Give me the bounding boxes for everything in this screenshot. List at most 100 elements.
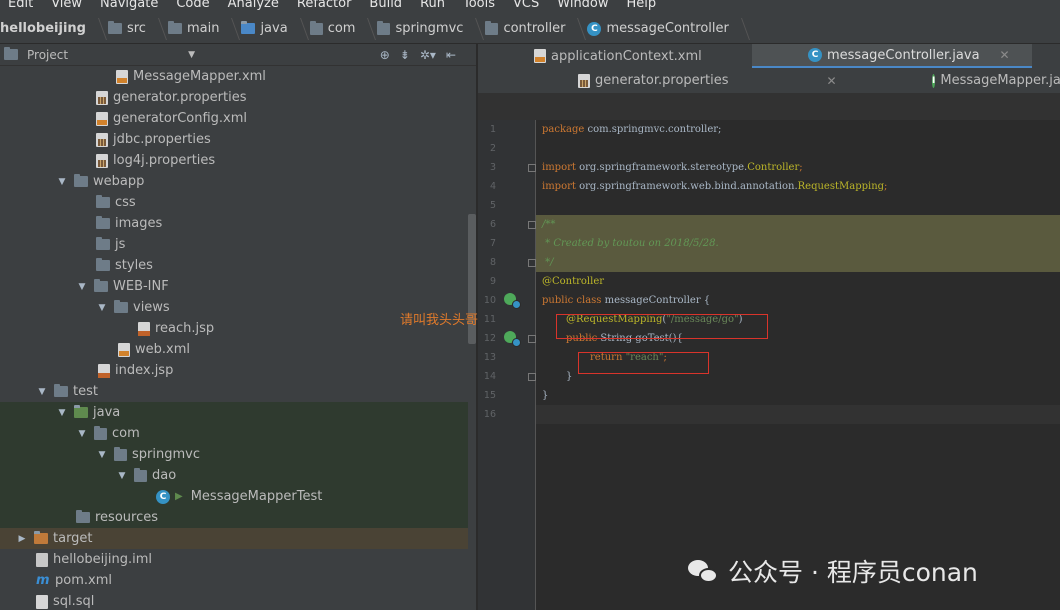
line-number: 7: [489, 238, 496, 249]
menu-tools[interactable]: Tools: [463, 0, 495, 10]
menu-refactor[interactable]: Refactor: [297, 0, 352, 10]
menu-code[interactable]: Code: [176, 0, 209, 10]
tree-item-generator-properties[interactable]: generator.properties: [0, 87, 468, 108]
tree-item-sql-sql[interactable]: sql.sql: [0, 591, 468, 610]
tree-item-target[interactable]: ▶ target: [0, 528, 468, 549]
tab-generator-properties[interactable]: generator.properties ✕: [578, 69, 838, 93]
folder-icon: [107, 21, 122, 34]
tree-item-jdbc-properties[interactable]: jdbc.properties: [0, 129, 468, 150]
tree-item-resources[interactable]: resources: [0, 507, 468, 528]
xml-file-icon: [118, 342, 130, 357]
breadcrumb-item-messagecontroller[interactable]: CmessageController: [587, 14, 744, 44]
tree-item-generatorconfig-xml[interactable]: generatorConfig.xml: [0, 108, 468, 129]
project-panel-title[interactable]: Project: [27, 48, 68, 62]
menu-edit[interactable]: Edit: [8, 0, 33, 10]
tree-item-dao[interactable]: ▼ dao: [0, 465, 468, 486]
expand-arrow-icon[interactable]: ▼: [76, 429, 88, 439]
expand-arrow-icon[interactable]: ▼: [56, 177, 68, 187]
hide-icon[interactable]: ⇤: [446, 48, 456, 62]
fold-icon[interactable]: [528, 221, 536, 229]
jsp-file-icon: [138, 321, 150, 336]
tree-item-messagemappertest[interactable]: C ▶ MessageMapperTest: [0, 486, 468, 507]
breadcrumb-item-src[interactable]: src: [107, 14, 162, 44]
tree-item-messagemapper-xml[interactable]: MessageMapper.xml: [0, 66, 468, 87]
menu-run[interactable]: Run: [420, 0, 445, 10]
gear-icon[interactable]: ✲▾: [420, 48, 436, 62]
tree-item-js[interactable]: js: [0, 234, 468, 255]
expand-arrow-icon[interactable]: ▼: [56, 408, 68, 418]
tree-item-label: hellobeijing.iml: [53, 552, 153, 567]
tree-item-web-inf[interactable]: ▼ WEB-INF: [0, 276, 468, 297]
tree-item-styles[interactable]: styles: [0, 255, 468, 276]
menu-vcs[interactable]: VCS: [513, 0, 539, 10]
code-line-9: 9 @Controller: [490, 272, 1060, 291]
keyword: import: [542, 181, 576, 192]
close-icon[interactable]: ✕: [826, 74, 836, 88]
expand-arrow-icon[interactable]: ▼: [76, 282, 88, 292]
expand-arrow-icon[interactable]: ▼: [96, 450, 108, 460]
menu-build[interactable]: Build: [369, 0, 402, 10]
code-text: org.springframework.web.bind.annotation.: [575, 181, 798, 192]
tree-item-com[interactable]: ▼ com: [0, 423, 468, 444]
fold-icon[interactable]: [528, 335, 536, 343]
fold-icon[interactable]: [528, 373, 536, 381]
breadcrumb-separator: [361, 14, 371, 44]
tree-item-label: WEB-INF: [113, 279, 169, 294]
expand-arrow-icon[interactable]: ▼: [36, 387, 48, 397]
editor-breadcrumb-strip: [478, 94, 1060, 120]
folder-icon: [94, 279, 108, 292]
expand-arrow-icon[interactable]: ▶: [16, 534, 28, 544]
fold-icon[interactable]: [528, 259, 536, 267]
tree-item-label: generator.properties: [113, 90, 247, 105]
tree-item-css[interactable]: css: [0, 192, 468, 213]
folder-icon: [114, 300, 128, 313]
tree-item-log4j-properties[interactable]: log4j.properties: [0, 150, 468, 171]
editor-tabs-row-2: generator.properties ✕ I MessageMapper.j…: [478, 68, 1060, 94]
tree-item-reach-jsp[interactable]: reach.jsp: [0, 318, 468, 339]
breadcrumb-item-java[interactable]: java: [241, 14, 303, 44]
locate-icon[interactable]: ⊕: [380, 48, 390, 62]
properties-file-icon: [96, 90, 108, 105]
class-name: RequestMapping: [797, 181, 885, 192]
breadcrumb-item-main[interactable]: main: [167, 14, 235, 44]
tree-item-images[interactable]: images: [0, 213, 468, 234]
tab-messagecontroller-java[interactable]: C messageController.java ✕: [752, 44, 1032, 68]
tree-item-label: resources: [95, 510, 159, 525]
expand-arrow-icon[interactable]: ▼: [96, 303, 108, 313]
tab-label: generator.properties: [595, 73, 729, 88]
tree-item-hellobeijing-iml[interactable]: hellobeijing.iml: [0, 549, 468, 570]
tree-item-index-jsp[interactable]: index.jsp: [0, 360, 468, 381]
code-text: ;: [884, 181, 888, 192]
line-number: 6: [489, 219, 496, 230]
tree-item-webapp[interactable]: ▼ webapp: [0, 171, 468, 192]
tree-item-label: com: [112, 426, 140, 441]
menu-view[interactable]: View: [51, 0, 82, 10]
breadcrumb-item-springmvc[interactable]: springmvc: [377, 14, 479, 44]
tree-item-web-xml[interactable]: web.xml: [0, 339, 468, 360]
tab-applicationcontext-xml[interactable]: applicationContext.xml: [534, 44, 754, 68]
menu-navigate[interactable]: Navigate: [100, 0, 158, 10]
tree-item-test-java[interactable]: ▼ java: [0, 402, 468, 423]
tree-item-label: pom.xml: [55, 573, 112, 588]
tree-item-label: webapp: [93, 174, 145, 189]
collapse-all-icon[interactable]: ⇟: [400, 48, 410, 62]
project-tree: MessageMapper.xml generator.properties g…: [0, 66, 468, 610]
chevron-down-icon[interactable]: ▼: [188, 50, 195, 60]
menu-window[interactable]: Window: [557, 0, 608, 10]
fold-icon[interactable]: [528, 164, 536, 172]
tree-item-springmvc[interactable]: ▼ springmvc: [0, 444, 468, 465]
breadcrumb-separator: [571, 14, 581, 44]
breadcrumb-item-project[interactable]: hellobeijing: [0, 14, 102, 44]
tree-item-views[interactable]: ▼ views: [0, 297, 468, 318]
expand-arrow-icon[interactable]: ▼: [116, 471, 128, 481]
tab-messagemapper-java[interactable]: I MessageMapper.ja: [932, 69, 1060, 93]
tree-item-pom-xml[interactable]: m pom.xml: [0, 570, 468, 591]
tree-item-test[interactable]: ▼ test: [0, 381, 468, 402]
menu-analyze[interactable]: Analyze: [228, 0, 279, 10]
close-icon[interactable]: ✕: [1000, 48, 1010, 62]
breadcrumb-item-com[interactable]: com: [309, 14, 372, 44]
menu-help[interactable]: Help: [627, 0, 657, 10]
resources-folder-icon: [76, 510, 90, 523]
breadcrumb-item-controller[interactable]: controller: [485, 14, 581, 44]
code-editor[interactable]: 1 package com.springmvc.controller; 2 3 im…: [484, 120, 1060, 610]
